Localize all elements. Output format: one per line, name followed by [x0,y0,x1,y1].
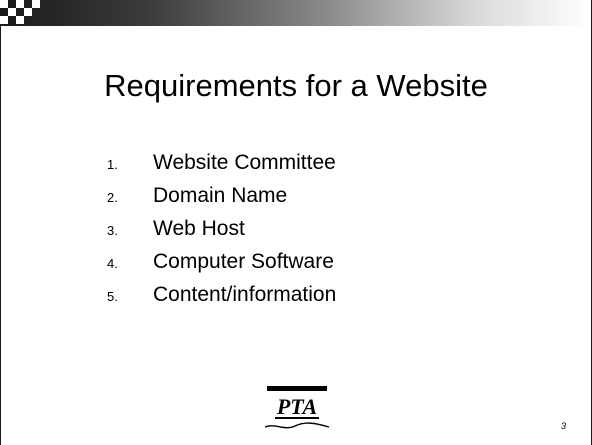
list-item-number: 4. [107,256,118,271]
list-item: 1. Website Committee [107,150,336,183]
slide-title: Requirements for a Website [104,68,488,103]
list-item-label: Website Committee [153,151,336,174]
slide: Requirements for a Website 1. Website Com… [0,0,592,445]
list-item-label: Computer Software [153,250,334,273]
list-item-number: 3. [107,223,118,238]
list-item-number: 5. [107,289,118,304]
list-item: 2. Domain Name [107,183,336,216]
requirements-list: 1. Website Committee 2. Domain Name 3. Web … [107,150,336,315]
pta-logo-icon: PTA [255,383,339,435]
page-number: 3 [560,421,566,431]
list-item: 5. Content/information [107,282,336,315]
list-item-label: Domain Name [153,184,288,207]
list-item: 4. Computer Software [107,249,336,282]
list-item-label: Content/information [153,283,337,306]
checker-pattern-icon [0,0,40,26]
list-item-number: 2. [107,190,118,205]
top-decorative-bar [0,0,592,26]
svg-text:PTA: PTA [276,394,317,419]
list-item-label: Web Host [153,217,245,240]
list-item: 3. Web Host [107,216,336,249]
list-item-number: 1. [107,157,118,172]
